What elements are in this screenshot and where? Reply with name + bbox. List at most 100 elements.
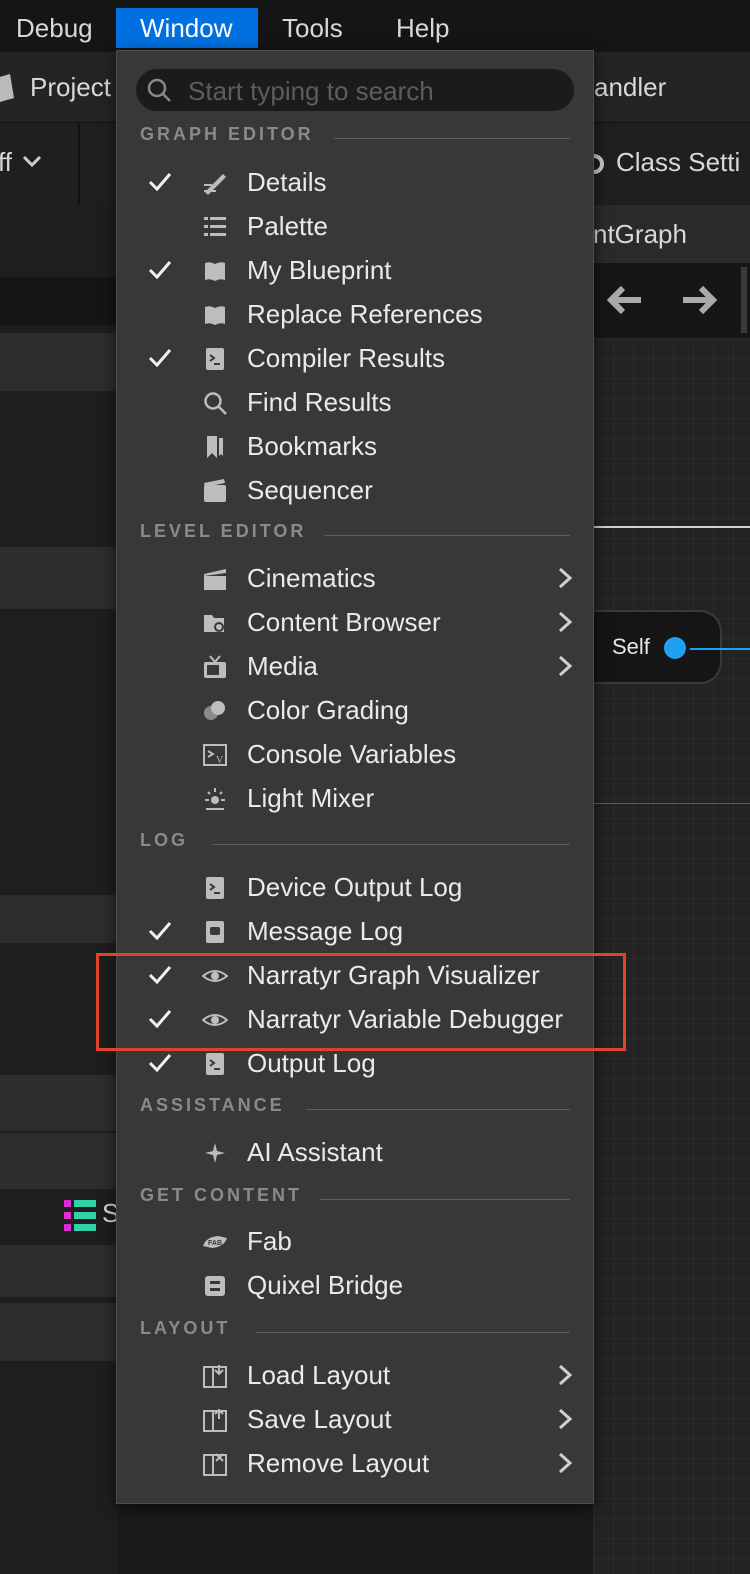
- content-browser-icon: [204, 615, 224, 632]
- chevron-right-icon: [558, 655, 572, 677]
- checkmark-icon: [148, 1054, 172, 1073]
- menu-item-ai-assistant[interactable]: AI Assistant: [118, 1131, 592, 1175]
- menu-tools[interactable]: Tools: [266, 8, 359, 48]
- menu-item-label: My Blueprint: [247, 255, 392, 285]
- graph-navigation-bar: [593, 263, 750, 338]
- project-tab-label[interactable]: Project: [30, 72, 111, 103]
- menu-item-quixel-bridge[interactable]: Quixel Bridge: [118, 1264, 592, 1308]
- menu-item-label: Palette: [247, 211, 328, 241]
- forward-arrow-icon[interactable]: [681, 283, 719, 317]
- color-grading-icon: [204, 701, 225, 720]
- menu-item-light-mixer[interactable]: Light Mixer: [118, 777, 592, 821]
- menu-item-cinematics[interactable]: Cinematics: [118, 557, 592, 601]
- menu-item-save-layout[interactable]: Save Layout: [118, 1398, 592, 1442]
- section-heading: GRAPH EDITOR: [140, 124, 314, 144]
- remove-layout-icon: [203, 1453, 227, 1476]
- menu-item-label: Quixel Bridge: [247, 1270, 404, 1300]
- svg-text:FAB: FAB: [208, 1240, 222, 1247]
- self-node[interactable]: [585, 610, 722, 684]
- menu-item-device-output-log[interactable]: Device Output Log: [118, 866, 592, 910]
- menu-item-label: Remove Layout: [247, 1448, 430, 1478]
- checkmark-icon: [148, 261, 172, 280]
- menu-item-label: Light Mixer: [247, 783, 375, 813]
- menu-item-compiler-results[interactable]: Compiler Results: [118, 337, 592, 381]
- section-heading: LAYOUT: [140, 1318, 231, 1338]
- self-node-label: Self: [612, 634, 650, 659]
- menu-item-content-browser[interactable]: Content Browser: [118, 601, 592, 645]
- log-icon: [206, 348, 224, 370]
- checkmark-icon: [148, 349, 172, 368]
- sparkle-icon: [205, 1143, 225, 1163]
- menu-bar: Debug Window Tools Help: [0, 0, 750, 52]
- back-arrow-icon[interactable]: [605, 283, 643, 317]
- svg-text:V: V: [216, 755, 224, 766]
- section-divider: [320, 1199, 570, 1200]
- menu-item-label: Details: [247, 167, 327, 197]
- checkmark-icon: [148, 922, 172, 941]
- section-divider: [334, 138, 570, 139]
- menu-item-fab[interactable]: FAB Fab: [118, 1220, 592, 1264]
- wire: [593, 803, 750, 804]
- sequencer-icon: [204, 479, 226, 502]
- dropdown-label[interactable]: ff: [0, 147, 12, 178]
- menu-window[interactable]: Window: [116, 8, 258, 48]
- menu-item-message-log[interactable]: Message Log: [118, 910, 592, 954]
- log-icon: [206, 877, 224, 899]
- bridge-icon: [205, 1276, 225, 1296]
- menu-item-load-layout[interactable]: Load Layout: [118, 1354, 592, 1398]
- chevron-right-icon: [558, 567, 572, 589]
- menu-item-color-grading[interactable]: Color Grading: [118, 689, 592, 733]
- menu-item-label: Media: [247, 651, 318, 681]
- menu-debug[interactable]: Debug: [0, 8, 109, 48]
- menu-item-label: AI Assistant: [247, 1137, 383, 1167]
- menu-item-label: Color Grading: [247, 695, 409, 725]
- menu-item-label: Load Layout: [247, 1360, 391, 1390]
- menu-item-my-blueprint[interactable]: My Blueprint: [118, 249, 592, 293]
- menu-item-palette[interactable]: Palette: [118, 205, 592, 249]
- menu-item-label: Cinematics: [247, 563, 376, 593]
- handler-tab-label[interactable]: andler: [594, 72, 666, 103]
- chevron-right-icon: [558, 1364, 572, 1386]
- menu-item-replace-references[interactable]: Replace References: [118, 293, 592, 337]
- search-placeholder[interactable]: Start typing to search: [188, 76, 434, 107]
- menu-item-label: Fab: [247, 1226, 292, 1256]
- graph-tab-label[interactable]: ntGraph: [593, 219, 687, 250]
- menu-item-label: Save Layout: [247, 1404, 392, 1434]
- section-heading: ASSISTANCE: [140, 1095, 285, 1115]
- variable-list-icon: [64, 1200, 96, 1231]
- menu-item-remove-layout[interactable]: Remove Layout: [118, 1442, 592, 1486]
- section-divider: [324, 535, 570, 536]
- menu-item-details[interactable]: Details: [118, 161, 592, 205]
- menu-search-box[interactable]: Start typing to search: [136, 69, 574, 111]
- menu-item-console-variables[interactable]: V Console Variables: [118, 733, 592, 777]
- menu-item-label: Sequencer: [247, 475, 373, 505]
- class-settings-label[interactable]: Class Setti: [616, 147, 740, 178]
- section-divider: [212, 844, 570, 845]
- left-panel: [0, 205, 118, 1574]
- menu-item-bookmarks[interactable]: Bookmarks: [118, 425, 592, 469]
- project-icon: [0, 74, 14, 102]
- menu-item-media[interactable]: Media: [118, 645, 592, 689]
- highlight-box: [96, 953, 626, 1051]
- menu-item-sequencer[interactable]: Sequencer: [118, 469, 592, 513]
- comment-box-edge: [593, 526, 750, 528]
- menu-item-label: Console Variables: [247, 739, 457, 769]
- menu-item-label: Find Results: [247, 387, 392, 417]
- menu-item-label: Compiler Results: [247, 343, 445, 373]
- menu-item-label: Device Output Log: [247, 872, 463, 902]
- menu-item-find-results[interactable]: Find Results: [118, 381, 592, 425]
- search-icon: [147, 78, 171, 102]
- chevron-down-icon: [22, 155, 42, 168]
- graph-tab-bar: ntGraph: [593, 205, 750, 263]
- menu-help[interactable]: Help: [380, 8, 465, 48]
- blueprint-book-icon: [205, 306, 225, 325]
- palette-icon: [204, 217, 226, 236]
- section-heading: LEVEL EDITOR: [140, 521, 307, 541]
- console-icon: V: [203, 744, 227, 766]
- fab-icon: FAB: [203, 1236, 227, 1248]
- message-log-icon: [206, 921, 224, 943]
- search-icon: [204, 392, 227, 415]
- chevron-right-icon: [558, 1452, 572, 1474]
- section-heading: GET CONTENT: [140, 1185, 302, 1205]
- self-output-pin[interactable]: [664, 637, 686, 659]
